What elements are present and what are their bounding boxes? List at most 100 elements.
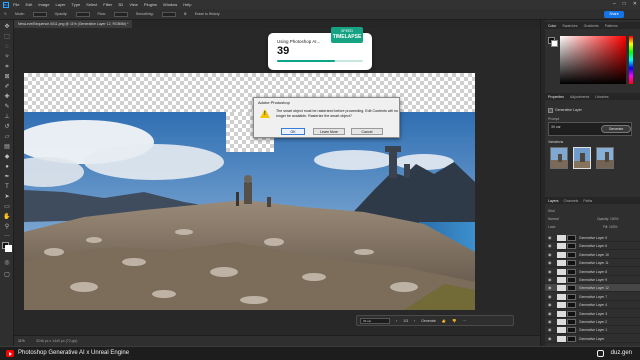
eyedropper-tool-icon[interactable]: ✐ — [3, 84, 11, 91]
menu-plugins[interactable]: Plugins — [144, 2, 157, 7]
layer-mask-thumbnail[interactable] — [567, 268, 576, 275]
eraser-tool-icon[interactable]: ▱ — [3, 134, 11, 141]
visibility-eye-icon[interactable]: ◉ — [548, 277, 553, 282]
menu-image[interactable]: Image — [38, 2, 49, 7]
document-tab[interactable]: NewLevelSequence.0011.png @ 11% (Generat… — [14, 20, 133, 28]
visibility-eye-icon[interactable]: ◉ — [548, 235, 553, 240]
layer-mask-thumbnail[interactable] — [567, 260, 576, 267]
crop-tool-icon[interactable]: ⌗ — [3, 64, 11, 71]
share-button[interactable]: Share — [604, 11, 624, 18]
tab-swatches[interactable]: Swatches — [562, 24, 577, 28]
layer-row[interactable]: ◉ Generative Layer 11 — [545, 259, 640, 268]
tab-gradients[interactable]: Gradients — [584, 24, 599, 28]
fill-field[interactable]: Fill: 100% — [603, 225, 617, 229]
marquee-tool-icon[interactable]: ⬚ — [3, 34, 11, 41]
prev-variation-icon[interactable]: ‹ — [396, 319, 397, 323]
tab-adjustments[interactable]: Adjustments — [570, 95, 589, 99]
menu-select[interactable]: Select — [86, 2, 97, 7]
layer-row[interactable]: ◉ Generative Layer 10 — [545, 251, 640, 259]
smoothing-label[interactable]: Smoothing: — [136, 12, 154, 16]
thumbs-up-icon[interactable]: 👍 — [442, 319, 446, 323]
layer-row[interactable]: ◉ Generative Layer 6 — [545, 242, 640, 251]
opacity-field[interactable] — [75, 11, 90, 17]
layer-row[interactable]: ◉ Generative Layer 4 — [545, 301, 640, 310]
layer-mask-thumbnail[interactable] — [567, 327, 576, 334]
variation-thumbnail[interactable] — [596, 147, 614, 169]
visibility-eye-icon[interactable]: ◉ — [548, 294, 553, 299]
menu-filter[interactable]: Filter — [103, 2, 112, 7]
layer-mask-thumbnail[interactable] — [567, 235, 576, 241]
layer-row[interactable]: ◉ Generative Layer 9 — [545, 276, 640, 284]
layer-row[interactable]: ◉ Generative Layer 7 — [545, 293, 640, 301]
close-icon[interactable]: ✕ — [633, 1, 637, 7]
layer-row[interactable]: ◉ Generative Layer — [545, 335, 640, 343]
visibility-eye-icon[interactable]: ◉ — [548, 252, 553, 257]
quick-select-tool-icon[interactable]: ✧ — [3, 54, 11, 61]
flow-label[interactable]: Flow: — [98, 12, 106, 16]
brush-tool-icon[interactable]: ✎ — [3, 104, 11, 111]
healing-tool-icon[interactable]: ✚ — [3, 94, 11, 101]
tab-color[interactable]: Color — [548, 24, 556, 28]
visibility-eye-icon[interactable]: ◉ — [548, 243, 553, 248]
flow-field[interactable] — [113, 11, 128, 17]
layer-mask-thumbnail[interactable] — [567, 310, 576, 317]
gear-icon[interactable]: ⚙ — [184, 12, 187, 16]
opacity-field[interactable]: Opacity: 100% — [597, 217, 618, 221]
visibility-eye-icon[interactable]: ◉ — [548, 336, 553, 341]
mode-select[interactable] — [32, 11, 47, 17]
layer-mask-thumbnail[interactable] — [567, 302, 576, 309]
menu-3d[interactable]: 3D — [118, 2, 123, 7]
quick-mask-icon[interactable]: ◎ — [3, 260, 11, 267]
minimize-icon[interactable]: – — [613, 1, 616, 7]
menu-window[interactable]: Window — [163, 2, 177, 7]
shape-tool-icon[interactable]: ▭ — [3, 204, 11, 211]
panel-background-swatch[interactable] — [551, 40, 558, 47]
menu-type[interactable]: Type — [72, 2, 81, 7]
layer-row[interactable]: ◉ Generative Layer 8 — [545, 268, 640, 276]
zoom-tool-icon[interactable]: ⚲ — [3, 224, 11, 231]
move-tool-icon[interactable]: ✥ — [3, 24, 11, 31]
layer-row[interactable]: ◉ Generative Layer 5 — [545, 234, 640, 242]
layer-row[interactable]: ◉ Generative Layer 1 — [545, 326, 640, 335]
thumbs-down-icon[interactable]: 👎 — [452, 319, 456, 323]
blend-mode-select[interactable]: Normal — [548, 217, 559, 221]
ok-button[interactable]: OK — [281, 128, 305, 135]
pen-tool-icon[interactable]: ✒ — [3, 174, 11, 181]
gradient-tool-icon[interactable]: ▤ — [3, 144, 11, 151]
layer-mask-thumbnail[interactable] — [567, 277, 576, 283]
dodge-tool-icon[interactable]: ● — [3, 164, 11, 171]
history-brush-tool-icon[interactable]: ↺ — [3, 124, 11, 131]
visibility-eye-icon[interactable]: ◉ — [548, 260, 553, 265]
path-select-tool-icon[interactable]: ➤ — [3, 194, 11, 201]
menu-view[interactable]: View — [129, 2, 138, 7]
layer-mask-thumbnail[interactable] — [567, 319, 576, 325]
tab-libraries[interactable]: Libraries — [595, 95, 608, 99]
next-variation-icon[interactable]: › — [414, 319, 415, 323]
menu-layer[interactable]: Layer — [55, 2, 65, 7]
layer-mask-thumbnail[interactable] — [567, 251, 576, 258]
layer-mask-thumbnail[interactable] — [567, 293, 576, 300]
erase-to-history-checkbox[interactable]: Erase to History — [195, 12, 220, 16]
learn-more-button[interactable]: Learn More — [313, 128, 345, 135]
lasso-tool-icon[interactable]: ◌ — [3, 44, 11, 51]
layer-row[interactable]: ◉ Generative Layer 3 — [545, 310, 640, 318]
hue-slider[interactable] — [629, 36, 633, 84]
tab-layers[interactable]: Layers — [548, 199, 559, 203]
more-tools-icon[interactable]: … — [3, 232, 11, 239]
mode-label[interactable]: Mode: — [15, 12, 25, 16]
context-prompt-input[interactable]: 39 car — [360, 317, 390, 324]
visibility-eye-icon[interactable]: ◉ — [548, 285, 553, 290]
tab-properties[interactable]: Properties — [548, 95, 564, 99]
frame-tool-icon[interactable]: ⊠ — [3, 74, 11, 81]
screen-mode-icon[interactable]: ▢ — [3, 272, 11, 279]
layer-mask-thumbnail[interactable] — [567, 243, 576, 250]
smoothing-field[interactable] — [161, 11, 176, 17]
cancel-button[interactable]: Cancel — [351, 128, 383, 135]
layer-mask-thumbnail[interactable] — [567, 285, 576, 292]
brush-tool-icon[interactable]: ✎ — [4, 12, 7, 16]
type-tool-icon[interactable]: T — [3, 184, 11, 191]
background-color-swatch[interactable] — [5, 245, 12, 252]
variation-thumbnail[interactable] — [573, 147, 591, 169]
menu-edit[interactable]: Edit — [25, 2, 32, 7]
visibility-eye-icon[interactable]: ◉ — [548, 311, 553, 316]
